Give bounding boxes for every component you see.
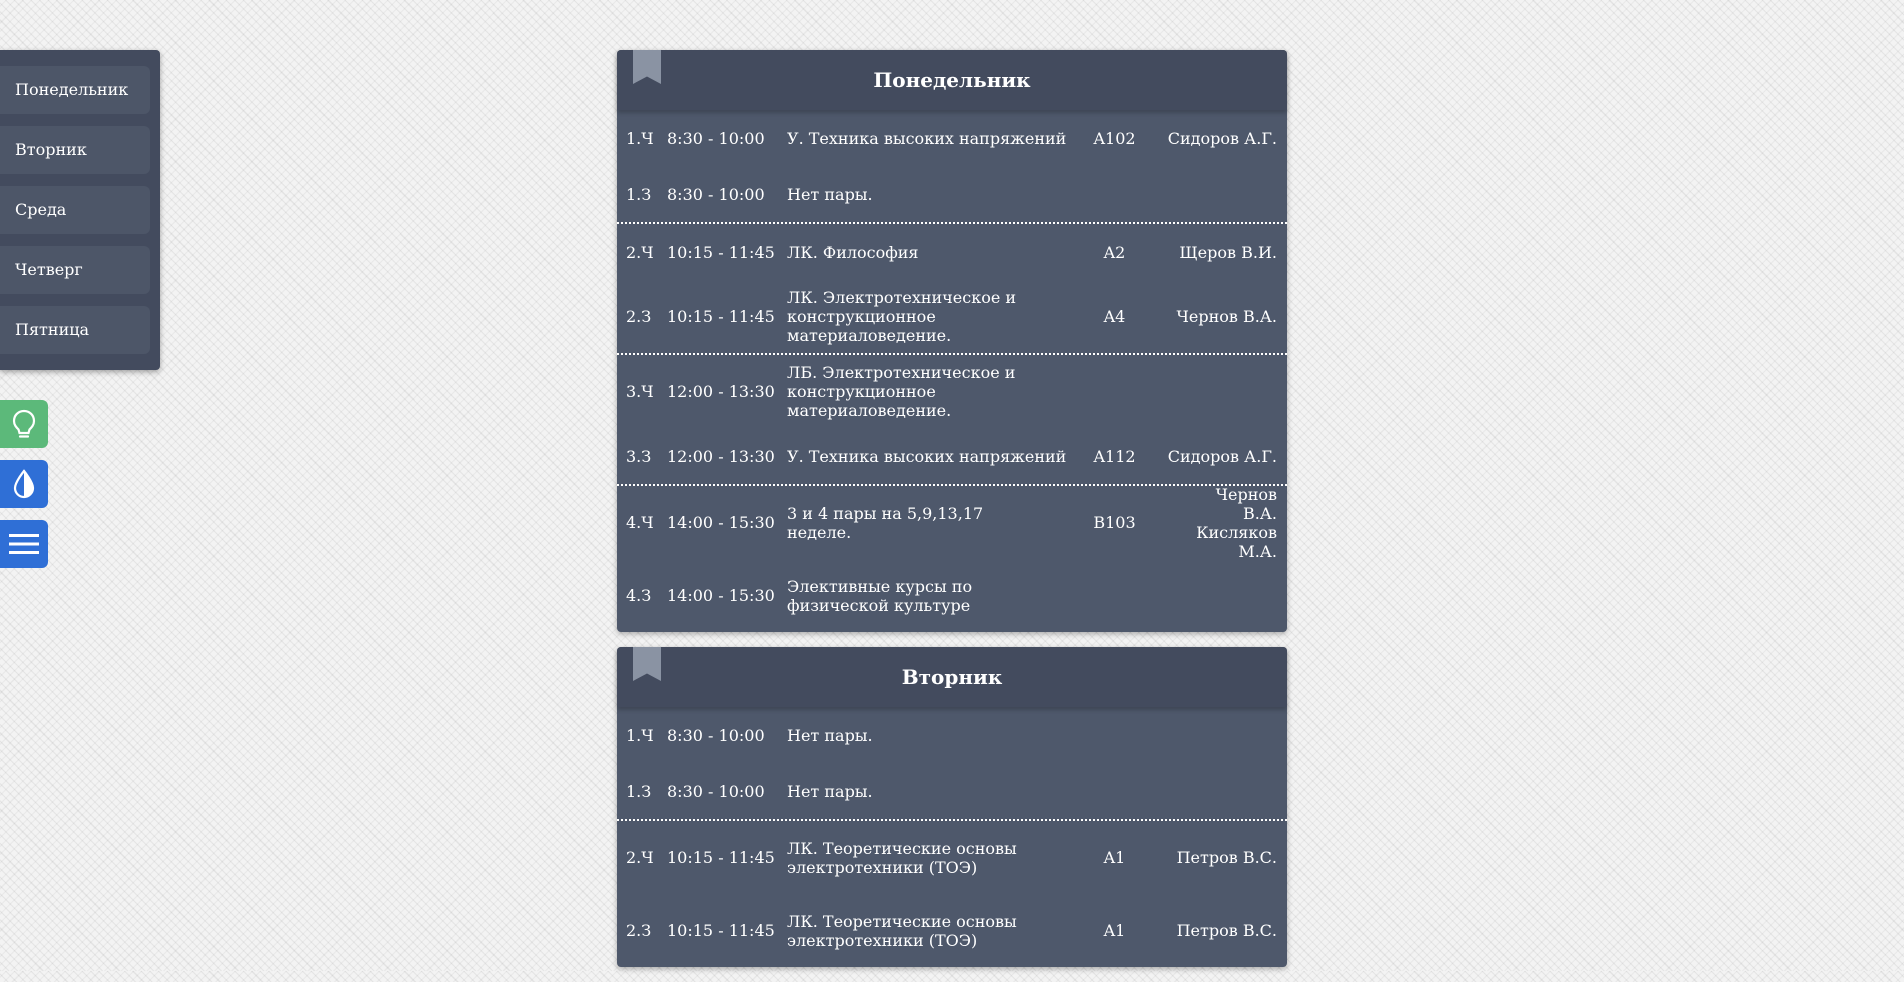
hamburger-menu-icon xyxy=(9,534,39,554)
day-nav-sidebar: Понедельник Вторник Среда Четверг Пятниц… xyxy=(0,50,160,370)
lesson-subject: ЛБ. Электротехническое и конструкционное… xyxy=(787,363,1016,420)
lesson-number: 3.Ч xyxy=(626,382,654,401)
lesson-row: 3.З 12:00 - 13:30 У. Техника высоких нап… xyxy=(617,428,1287,484)
lesson-row: 4.З 14:00 - 15:30 Элективные курсы по фи… xyxy=(617,559,1287,632)
bookmark-icon[interactable] xyxy=(633,647,661,681)
lamp-button[interactable] xyxy=(0,400,48,448)
lesson-subject: ЛК. Философия xyxy=(787,242,919,262)
lesson-number: 2.Ч xyxy=(626,848,654,867)
lesson-room: A1 xyxy=(1103,921,1126,940)
droplet-icon xyxy=(13,469,35,499)
lesson-time: 8:30 - 10:00 xyxy=(667,184,765,204)
lesson-time: 14:00 - 15:30 xyxy=(667,586,775,605)
lesson-group: 1.Ч 8:30 - 10:00 Нет пары. 1.З 8:30 - 10… xyxy=(617,707,1287,821)
theme-toggle-button[interactable] xyxy=(0,460,48,508)
lesson-row: 3.Ч 12:00 - 13:30 ЛБ. Электротехническое… xyxy=(617,355,1287,428)
lesson-subject: ЛК. Электротехническое и конструкционное… xyxy=(787,288,1017,345)
lesson-subject: Нет пары. xyxy=(787,725,873,745)
lesson-group: 3.Ч 12:00 - 13:30 ЛБ. Электротехническое… xyxy=(617,355,1287,486)
lesson-row: 1.З 8:30 - 10:00 Нет пары. xyxy=(617,763,1287,819)
menu-button[interactable] xyxy=(0,520,48,568)
lesson-subject: ЛК. Теоретические основы электротехники … xyxy=(787,838,1017,877)
lesson-room: B103 xyxy=(1093,513,1136,532)
lesson-time: 8:30 - 10:00 xyxy=(667,781,765,801)
nav-day-monday[interactable]: Понедельник xyxy=(0,66,150,114)
nav-day-wednesday[interactable]: Среда xyxy=(0,186,150,234)
lesson-teacher: Чернов В.А. xyxy=(1176,307,1277,326)
lesson-time: 12:00 - 13:30 xyxy=(667,382,775,401)
lesson-time: 10:15 - 11:45 xyxy=(667,242,775,262)
bookmark-icon[interactable] xyxy=(633,50,661,84)
lesson-number: 1.З xyxy=(626,184,652,204)
lesson-row: 2.Ч 10:15 - 11:45 ЛК. Философия A2 Щеров… xyxy=(617,224,1287,280)
lesson-row: 1.Ч 8:30 - 10:00 Нет пары. xyxy=(617,707,1287,763)
lesson-number: 2.Ч xyxy=(626,242,654,262)
lesson-group: 2.Ч 10:15 - 11:45 ЛК. Философия A2 Щеров… xyxy=(617,224,1287,355)
lesson-row: 2.Ч 10:15 - 11:45 ЛК. Теоретические осно… xyxy=(617,821,1287,894)
lesson-teacher: Щеров В.И. xyxy=(1179,242,1277,262)
lesson-time: 10:15 - 11:45 xyxy=(667,848,775,867)
lesson-number: 1.Ч xyxy=(626,725,654,745)
lesson-teacher: Сидоров А.Г. xyxy=(1167,446,1277,466)
lightbulb-icon xyxy=(12,409,36,438)
lesson-room: A2 xyxy=(1103,242,1126,262)
schedule-container: Понедельник 1.Ч 8:30 - 10:00 У. Техника … xyxy=(617,50,1287,982)
lesson-time: 8:30 - 10:00 xyxy=(667,128,765,148)
lesson-row: 2.З 10:15 - 11:45 ЛК. Теоретические осно… xyxy=(617,894,1287,967)
lesson-row: 1.З 8:30 - 10:00 Нет пары. xyxy=(617,166,1287,222)
lesson-teacher: Петров В.С. xyxy=(1176,848,1277,867)
lesson-time: 12:00 - 13:30 xyxy=(667,446,775,466)
lesson-subject: Элективные курсы по физической культуре xyxy=(787,576,973,615)
lesson-teacher: Петров В.С. xyxy=(1176,921,1277,940)
lesson-time: 14:00 - 15:30 xyxy=(667,513,775,532)
lesson-room: A112 xyxy=(1093,446,1136,466)
lesson-subject: ЛК. Теоретические основы электротехники … xyxy=(787,911,1017,950)
lesson-row: 1.Ч 8:30 - 10:00 У. Техника высоких напр… xyxy=(617,110,1287,166)
lesson-room: A1 xyxy=(1103,848,1126,867)
lesson-number: 2.З xyxy=(626,921,652,940)
nav-day-tuesday[interactable]: Вторник xyxy=(0,126,150,174)
day-card-tuesday: Вторник 1.Ч 8:30 - 10:00 Нет пары. 1.З 8… xyxy=(617,647,1287,967)
lesson-row: 4.Ч 14:00 - 15:30 3 и 4 пары на 5,9,13,1… xyxy=(617,484,1287,561)
lesson-room: A102 xyxy=(1093,128,1136,148)
lesson-number: 4.Ч xyxy=(626,513,654,532)
day-title: Вторник xyxy=(901,665,1003,689)
lesson-teacher: Чернов В.А. Кисляков М.А. xyxy=(1196,484,1277,561)
lesson-time: 8:30 - 10:00 xyxy=(667,725,765,745)
day-card-header: Понедельник xyxy=(617,50,1287,110)
day-title: Понедельник xyxy=(873,68,1031,92)
lesson-row: 2.З 10:15 - 11:45 ЛК. Электротехническое… xyxy=(617,280,1287,353)
lesson-teacher: Сидоров А.Г. xyxy=(1167,128,1277,148)
lesson-number: 1.Ч xyxy=(626,128,654,148)
nav-day-thursday[interactable]: Четверг xyxy=(0,246,150,294)
lesson-subject: У. Техника высоких напряжений xyxy=(787,446,1067,466)
lesson-subject: Нет пары. xyxy=(787,184,873,204)
nav-day-friday[interactable]: Пятница xyxy=(0,306,150,354)
lesson-number: 4.З xyxy=(626,586,652,605)
lesson-room: A4 xyxy=(1103,307,1126,326)
lesson-subject: 3 и 4 пары на 5,9,13,17 неделе. xyxy=(787,503,984,542)
lesson-group: 1.Ч 8:30 - 10:00 У. Техника высоких напр… xyxy=(617,110,1287,224)
lesson-time: 10:15 - 11:45 xyxy=(667,307,775,326)
lesson-group: 4.Ч 14:00 - 15:30 3 и 4 пары на 5,9,13,1… xyxy=(617,484,1287,632)
lesson-group: 2.Ч 10:15 - 11:45 ЛК. Теоретические осно… xyxy=(617,821,1287,967)
day-card-monday: Понедельник 1.Ч 8:30 - 10:00 У. Техника … xyxy=(617,50,1287,632)
lesson-number: 2.З xyxy=(626,307,652,326)
lesson-number: 1.З xyxy=(626,781,652,801)
day-card-header: Вторник xyxy=(617,647,1287,707)
lesson-time: 10:15 - 11:45 xyxy=(667,921,775,940)
lesson-subject: Нет пары. xyxy=(787,781,873,801)
lesson-number: 3.З xyxy=(626,446,652,466)
lesson-subject: У. Техника высоких напряжений xyxy=(787,128,1067,148)
